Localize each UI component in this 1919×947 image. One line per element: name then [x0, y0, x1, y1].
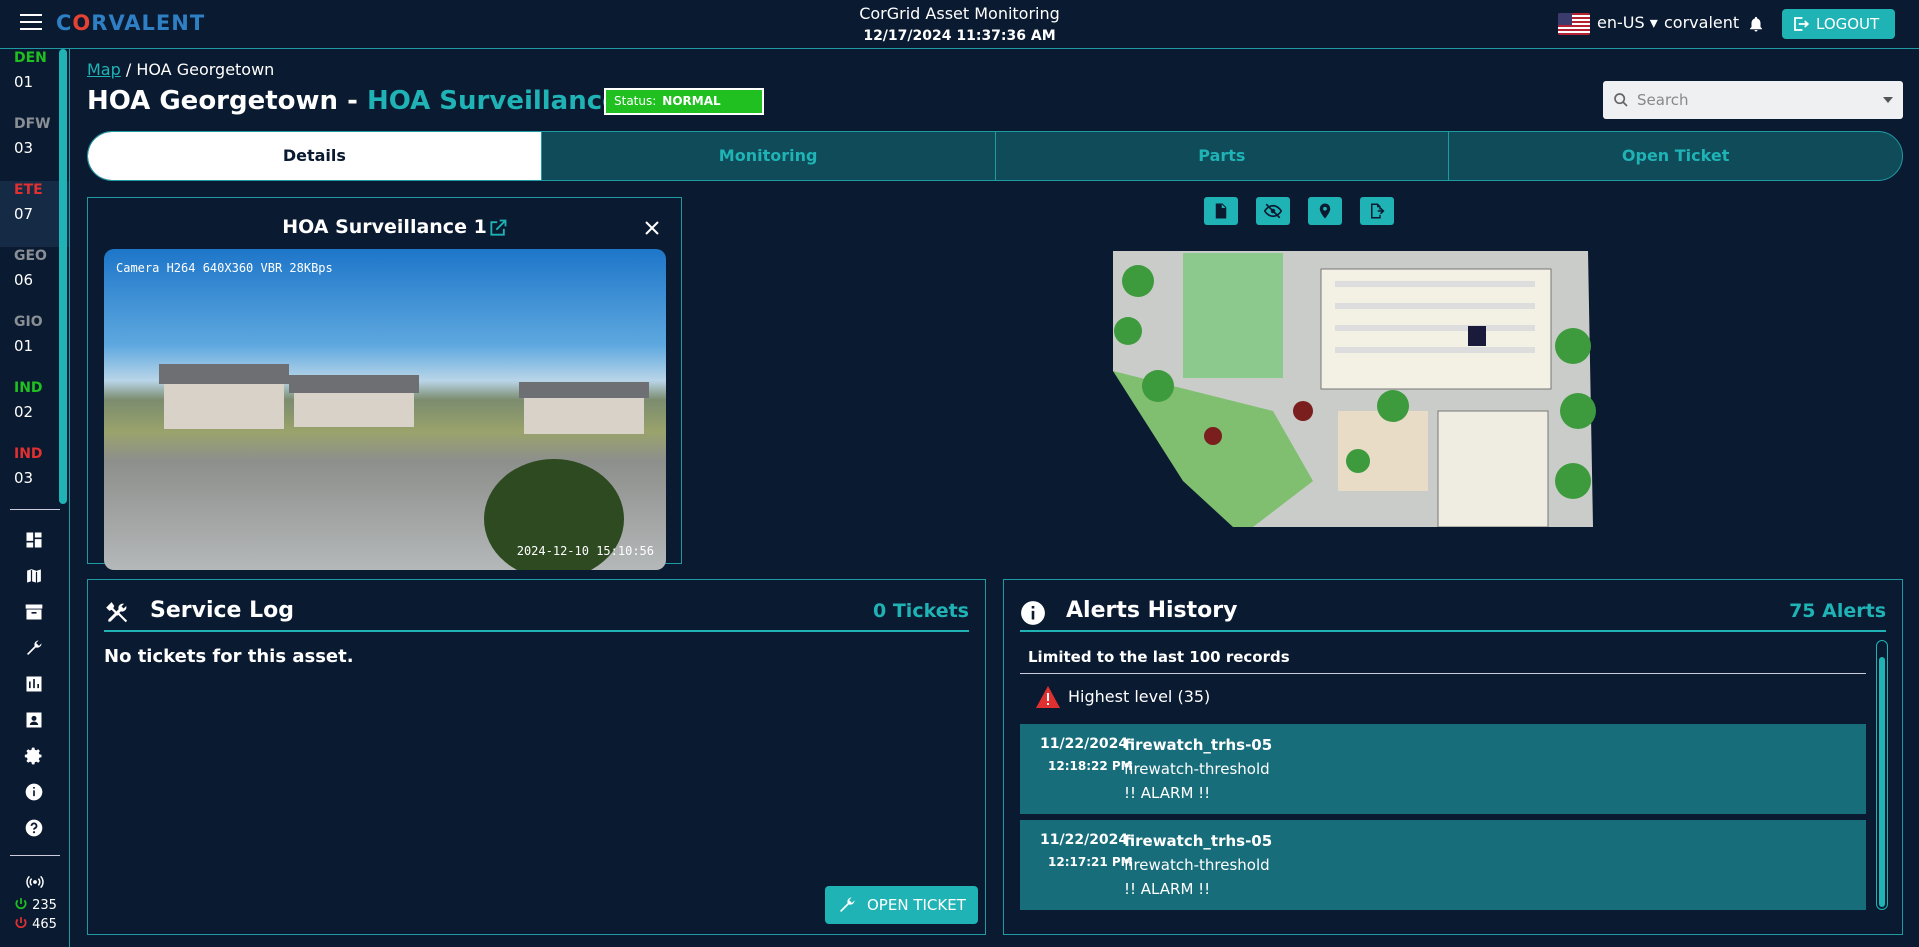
logout-button[interactable]: LOGOUT: [1782, 9, 1895, 39]
site-map[interactable]: [1103, 251, 1603, 527]
tab-bar: Details Monitoring Parts Open Ticket: [87, 131, 1903, 181]
sidebar-divider: [10, 855, 60, 856]
camera-title: HOA Surveillance 1: [282, 216, 487, 238]
wrench-icon[interactable]: [24, 638, 44, 658]
alert-row[interactable]: 11/22/2024 12:18:22 PM firewatch_trhs-05…: [1020, 724, 1866, 814]
username[interactable]: corvalent: [1664, 13, 1739, 32]
service-log-header: Service Log 0 Tickets: [104, 598, 969, 632]
location-pin-icon: [1319, 203, 1331, 219]
hide-button[interactable]: [1256, 197, 1290, 225]
help-icon[interactable]: [24, 818, 44, 838]
highest-level: Highest level (35): [1036, 686, 1210, 708]
open-ticket-button[interactable]: OPEN TICKET: [825, 886, 978, 924]
top-bar: CORVALENT CorGrid Asset Monitoring 12/17…: [0, 0, 1919, 49]
close-icon[interactable]: [644, 220, 660, 236]
info-icon[interactable]: [24, 782, 44, 802]
chart-icon[interactable]: [24, 674, 44, 694]
wrench-icon: [840, 897, 855, 912]
search-input[interactable]: Search: [1603, 81, 1903, 119]
ticket-count: 0 Tickets: [873, 600, 969, 622]
alert-message: !! ALARM !!: [1124, 880, 1211, 898]
service-log-panel: Service Log 0 Tickets No tickets for thi…: [87, 579, 986, 935]
offline-count: 465: [14, 916, 57, 932]
sidebar: DEN 01 DFW 03 ETE 07 GEO 06 GIO 01 IND 02 IND 03 235 …: [0, 49, 70, 947]
alert-date: 11/22/2024: [1040, 832, 1129, 848]
document-button[interactable]: [1204, 197, 1238, 225]
info-icon: [1021, 601, 1045, 625]
alert-message: !! ALARM !!: [1124, 784, 1211, 802]
export-icon: [1371, 203, 1385, 219]
empty-state-text: No tickets for this asset.: [104, 646, 354, 667]
tab-details[interactable]: Details: [88, 132, 541, 180]
alerts-header: Alerts History 75 Alerts: [1020, 598, 1886, 632]
tab-monitoring[interactable]: Monitoring: [540, 132, 995, 180]
alerts-scrollbar[interactable]: [1876, 640, 1888, 910]
alert-row[interactable]: 11/22/2024 12:17:21 PM firewatch_trhs-05…: [1020, 820, 1866, 910]
breadcrumb: Map / HOA Georgetown: [87, 60, 275, 79]
breadcrumb-map-link[interactable]: Map: [87, 60, 121, 79]
contacts-icon[interactable]: [24, 710, 44, 730]
status-badge: Status: NORMAL: [604, 88, 764, 115]
alert-source: firewatch_trhs-05: [1124, 832, 1273, 850]
power-on-icon: [15, 898, 27, 910]
alert-source: firewatch_trhs-05: [1124, 736, 1273, 754]
records-limit-text: Limited to the last 100 records: [1020, 640, 1866, 674]
alerts-count: 75 Alerts: [1789, 600, 1886, 622]
alert-type: firewatch-threshold: [1124, 760, 1270, 778]
camera-feed[interactable]: Camera H264 640X360 VBR 28KBps 2024-12-1…: [104, 249, 666, 570]
alerts-history-panel: Alerts History 75 Alerts Limited to the …: [1003, 579, 1903, 935]
sidebar-divider: [10, 509, 60, 510]
tools-icon: [106, 602, 128, 623]
signal-icon: [26, 875, 44, 889]
alert-time: 12:17:21 PM: [1048, 855, 1133, 869]
service-log-title: Service Log: [150, 598, 294, 623]
power-off-icon: [15, 917, 27, 929]
language-select[interactable]: en-US ▾: [1597, 13, 1658, 32]
alert-type: firewatch-threshold: [1124, 856, 1270, 874]
external-link-icon[interactable]: [488, 218, 508, 238]
camera-overlay-text: Camera H264 640X360 VBR 28KBps: [116, 261, 333, 275]
camera-datetime: 2024-12-10 15:10:56: [516, 544, 654, 558]
us-flag-icon[interactable]: [1558, 13, 1590, 35]
tab-parts[interactable]: Parts: [994, 132, 1449, 180]
alerts-title: Alerts History: [1066, 598, 1238, 623]
logout-icon: [1794, 17, 1810, 31]
document-icon: [1215, 203, 1227, 219]
settings-icon[interactable]: [24, 746, 44, 766]
search-icon: [1614, 93, 1628, 107]
online-count: 235: [14, 897, 57, 913]
bell-icon[interactable]: [1747, 14, 1765, 34]
export-button[interactable]: [1360, 197, 1394, 225]
eye-off-icon: [1264, 203, 1282, 219]
archive-icon[interactable]: [24, 602, 44, 622]
alert-time: 12:18:22 PM: [1048, 759, 1133, 773]
dashboard-icon[interactable]: [24, 530, 44, 550]
camera-panel: HOA Surveillance 1 Camera H264 640X360 V…: [87, 197, 682, 570]
chevron-down-icon[interactable]: [1883, 97, 1893, 103]
alert-date: 11/22/2024: [1040, 736, 1129, 752]
map-icon[interactable]: [24, 566, 44, 586]
sidebar-scrollbar[interactable]: [59, 49, 67, 504]
warning-icon: [1036, 686, 1060, 708]
page-title: HOA Georgetown - HOA Surveillance 1: [87, 86, 647, 116]
breadcrumb-current: HOA Georgetown: [136, 60, 275, 79]
locate-button[interactable]: [1308, 197, 1342, 225]
tab-open-ticket[interactable]: Open Ticket: [1448, 132, 1902, 180]
